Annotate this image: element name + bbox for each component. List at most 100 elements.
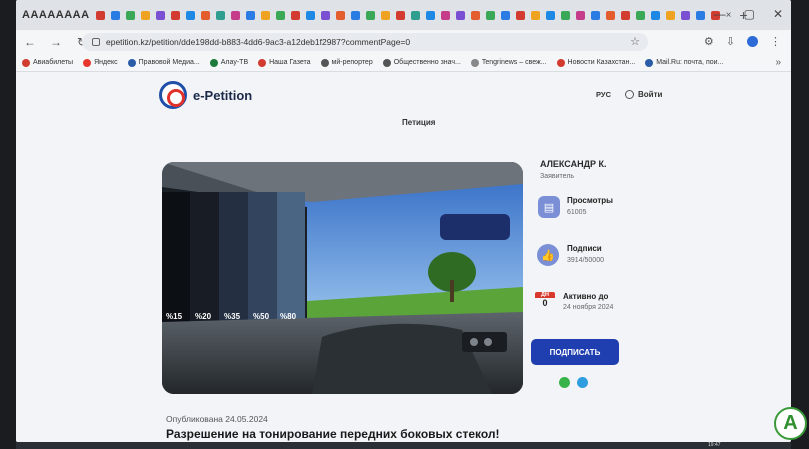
tab-favicon-icon[interactable]: [275, 10, 285, 20]
bookmark-icon: [320, 58, 329, 67]
tab-favicon-icon[interactable]: [350, 10, 360, 20]
bookmark-icon: [127, 58, 136, 67]
epetition-logo-icon: [159, 81, 187, 109]
forward-icon[interactable]: →: [50, 35, 62, 49]
maximize-icon[interactable]: ▢: [744, 7, 755, 21]
tint-label: %35: [224, 312, 241, 321]
bookmark-item[interactable]: Общественно знач...: [382, 58, 461, 67]
telegram-icon[interactable]: [577, 377, 588, 388]
profile-avatar[interactable]: [747, 36, 758, 47]
bookmark-icon: [470, 58, 479, 67]
tab-favicon-icon[interactable]: [395, 10, 405, 20]
bookmark-icon: [645, 58, 654, 67]
bookmark-item[interactable]: мй-репортер: [320, 58, 373, 67]
tab-favicon-icon[interactable]: [290, 10, 300, 20]
login-link[interactable]: Войти: [625, 90, 662, 99]
tab-favicon-icon[interactable]: [230, 10, 240, 20]
tab-favicon-icon[interactable]: [425, 10, 435, 20]
close-window-icon[interactable]: ✕: [773, 7, 783, 21]
tab-favicon-icon[interactable]: [95, 10, 105, 20]
views-value: 61005: [567, 209, 587, 216]
tab-favicon-icon[interactable]: [680, 10, 690, 20]
tab-favicon-icon[interactable]: [665, 10, 675, 20]
bookmark-item[interactable]: Новости Казахстан...: [556, 58, 635, 67]
site-logo[interactable]: e-Petition: [159, 81, 252, 109]
bookmark-icon: [83, 58, 92, 67]
signatures-label: Подписи: [567, 244, 602, 253]
bookmark-item[interactable]: Tengrinews – свеж...: [470, 58, 547, 67]
bookmarks-more-icon[interactable]: »: [775, 57, 781, 68]
tab-petition[interactable]: Петиция: [402, 118, 435, 127]
tab-favicon-icon[interactable]: [695, 10, 705, 20]
bookmark-item[interactable]: Mail.Ru: почта, пои...: [645, 58, 723, 67]
tab-favicon-icon[interactable]: [560, 10, 570, 20]
login-label: Войти: [638, 90, 663, 99]
bookmark-icon: [258, 58, 267, 67]
tab-favicon-icon[interactable]: [575, 10, 585, 20]
tab-favicon-icon[interactable]: [605, 10, 615, 20]
tab-favicon-icon[interactable]: [365, 10, 375, 20]
downloads-icon[interactable]: ⇩: [726, 35, 735, 48]
tab-favicon-icon[interactable]: [335, 10, 345, 20]
extensions-icon[interactable]: ⚙: [704, 35, 714, 48]
tab-favicon-icon[interactable]: [200, 10, 210, 20]
tab-favicon-icon[interactable]: [110, 10, 120, 20]
tab-favicon-icon[interactable]: [515, 10, 525, 20]
tab-favicon-icon[interactable]: [305, 10, 315, 20]
tab-favicon-icon[interactable]: [260, 10, 270, 20]
tab-favicon-icon[interactable]: [380, 10, 390, 20]
tab-favicon-icon[interactable]: [500, 10, 510, 20]
tint-label: %15: [166, 312, 183, 321]
window-controls: — ▢ ✕: [714, 7, 783, 21]
whatsapp-icon[interactable]: [559, 377, 570, 388]
signatures-value: 3914/50000: [567, 257, 604, 264]
tab-favicon-icon[interactable]: [635, 10, 645, 20]
bookmark-item[interactable]: Авиабилеты: [22, 58, 73, 67]
petition-image: %15 %20 %35 %50 %80: [162, 162, 523, 394]
tab-favicon-icon[interactable]: [125, 10, 135, 20]
bookmark-icon: [556, 58, 565, 67]
bookmark-item[interactable]: Наша Газета: [258, 58, 311, 67]
active-tab-title[interactable]: AAAAAAAA: [22, 9, 90, 21]
days-left-calendar-icon: ДН 0: [535, 292, 555, 308]
bookmark-icon: [22, 58, 30, 67]
tab-favicon-icon[interactable]: [650, 10, 660, 20]
views-icon: ▤: [538, 196, 560, 218]
tab-favicon-icon[interactable]: [440, 10, 450, 20]
menu-icon[interactable]: ⋮: [770, 35, 781, 48]
bookmark-star-icon[interactable]: ☆: [630, 35, 640, 48]
active-until-value: 24 ноября 2024: [563, 304, 614, 311]
tab-favicon-icon[interactable]: [620, 10, 630, 20]
address-bar[interactable]: epetition.kz/petition/dde198dd-b883-4dd6…: [82, 33, 648, 51]
tab-favicon-icon[interactable]: [590, 10, 600, 20]
signatures-icon: 👍: [537, 244, 559, 266]
tab-favicon-icon[interactable]: [470, 10, 480, 20]
tab-favicon-icon[interactable]: [155, 10, 165, 20]
bookmark-item[interactable]: Яндекс: [83, 58, 118, 67]
tab-favicon-icon[interactable]: [485, 10, 495, 20]
tab-favicon-icon[interactable]: [410, 10, 420, 20]
tab-favicon-icon[interactable]: [530, 10, 540, 20]
minimize-icon[interactable]: —: [714, 7, 726, 21]
tab-favicon-icon[interactable]: [185, 10, 195, 20]
tab-favicon-icon[interactable]: [320, 10, 330, 20]
back-icon[interactable]: ←: [24, 35, 36, 49]
tab-favicon-icon[interactable]: [455, 10, 465, 20]
bookmark-icon: [382, 58, 391, 67]
url-text[interactable]: epetition.kz/petition/dde198dd-b883-4dd6…: [106, 37, 410, 47]
author-role: Заявитель: [540, 173, 575, 180]
active-until-label: Активно до: [563, 292, 609, 301]
tab-favicon-icon[interactable]: [140, 10, 150, 20]
bookmark-item[interactable]: Алау-ТВ: [209, 58, 248, 67]
language-switch[interactable]: РУС: [596, 90, 611, 99]
publish-date: Опубликована 24.05.2024: [166, 414, 268, 424]
site-info-icon[interactable]: [92, 38, 100, 46]
browser-tab-strip: AAAAAAAA × + — ▢ ✕: [16, 0, 791, 30]
user-icon: [625, 90, 634, 99]
bookmark-item[interactable]: Правовой Медиа...: [127, 58, 200, 67]
tab-favicon-icon[interactable]: [245, 10, 255, 20]
tab-favicon-icon[interactable]: [170, 10, 180, 20]
sign-button[interactable]: ПОДПИСАТЬ: [531, 339, 619, 365]
tab-favicon-icon[interactable]: [545, 10, 555, 20]
tab-favicon-icon[interactable]: [215, 10, 225, 20]
